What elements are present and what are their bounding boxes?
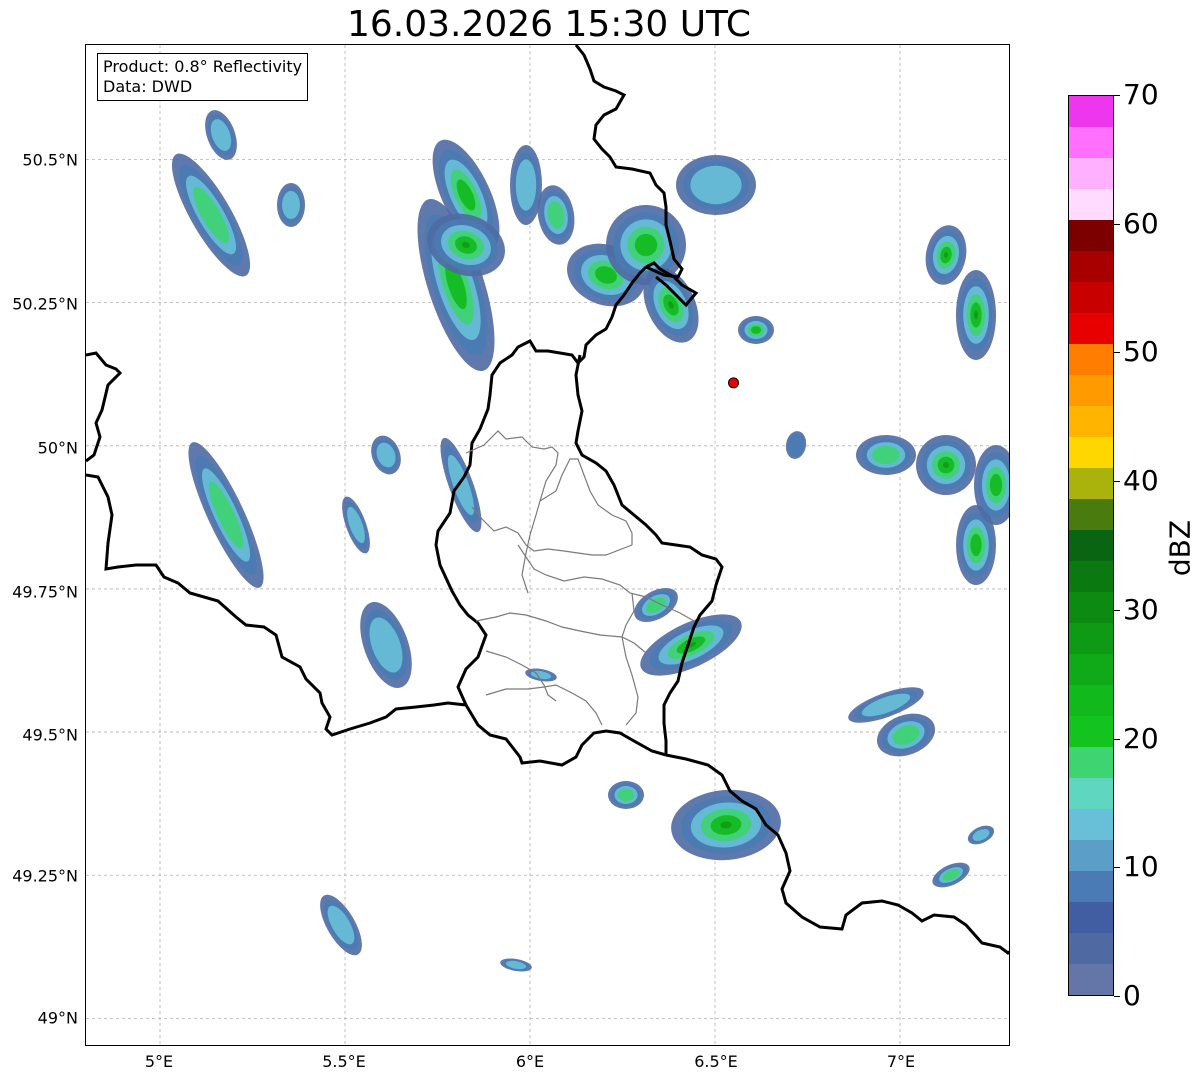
border-lu-fr-south bbox=[464, 704, 667, 767]
colorbar-segment bbox=[1069, 313, 1113, 344]
radar-map[interactable] bbox=[85, 44, 1010, 1046]
colorbar-tick-mark bbox=[1114, 867, 1120, 869]
radar-echo bbox=[282, 190, 300, 220]
colorbar-segment bbox=[1069, 840, 1113, 871]
colorbar-tick-label: 20 bbox=[1123, 721, 1159, 755]
border-be-lu-fr bbox=[86, 351, 123, 463]
colorbar-tick-label: 70 bbox=[1123, 78, 1159, 111]
colorbar-segment bbox=[1069, 809, 1113, 840]
colorbar-tick-label: 50 bbox=[1123, 335, 1159, 369]
lat-label: 49°N bbox=[37, 1008, 78, 1028]
colorbar-segment bbox=[1069, 468, 1113, 499]
lat-label: 50°N bbox=[37, 438, 78, 458]
colorbar-tick-mark bbox=[1114, 609, 1120, 611]
colorbar-tick-label: 0 bbox=[1123, 979, 1141, 1012]
colorbar-segment bbox=[1069, 716, 1113, 747]
lat-label: 49.25°N bbox=[12, 866, 78, 886]
radar-echo bbox=[974, 310, 978, 320]
colorbar-segment bbox=[1069, 375, 1113, 406]
colorbar-segment bbox=[1069, 158, 1113, 189]
radar-echo bbox=[515, 159, 537, 211]
dbz-colorbar bbox=[1068, 95, 1114, 996]
lat-label: 50.5°N bbox=[22, 150, 78, 170]
colorbar-tick-mark bbox=[1114, 95, 1120, 96]
colorbar-segment bbox=[1069, 530, 1113, 561]
colorbar-segment bbox=[1069, 96, 1113, 127]
radar-echo bbox=[970, 533, 982, 557]
radar-echo bbox=[750, 326, 762, 334]
colorbar-segment bbox=[1069, 902, 1113, 933]
colorbar-tick-mark bbox=[1114, 481, 1120, 483]
lon-label: 7°E bbox=[886, 1052, 916, 1071]
lat-label: 50.25°N bbox=[12, 294, 78, 314]
colorbar-tick-mark bbox=[1114, 738, 1120, 740]
colorbar-segment bbox=[1069, 282, 1113, 313]
colorbar-segment bbox=[1069, 871, 1113, 902]
map-canvas bbox=[86, 45, 1009, 1045]
radar-site-marker bbox=[728, 377, 739, 389]
colorbar-segment bbox=[1069, 344, 1113, 375]
colorbar-tick-label: 30 bbox=[1123, 592, 1159, 626]
colorbar-segment bbox=[1069, 964, 1113, 995]
colorbar-segment bbox=[1069, 220, 1113, 251]
colorbar-segment bbox=[1069, 654, 1113, 685]
colorbar-segment bbox=[1069, 623, 1113, 654]
colorbar-segment bbox=[1069, 561, 1113, 592]
radar-echo bbox=[690, 165, 742, 205]
radar-echoes bbox=[171, 110, 1009, 972]
colorbar-tick-mark bbox=[1114, 223, 1120, 225]
colorbar-tick-label: 60 bbox=[1123, 206, 1159, 240]
lat-label: 49.75°N bbox=[12, 582, 78, 602]
colorbar-segment bbox=[1069, 189, 1113, 220]
map-title: 16.03.2026 15:30 UTC bbox=[346, 4, 752, 45]
colorbar-segment bbox=[1069, 778, 1113, 809]
colorbar-segment bbox=[1069, 499, 1113, 530]
lat-label: 49.5°N bbox=[22, 725, 78, 745]
colorbar-segment bbox=[1069, 933, 1113, 964]
lon-label: 5.5°E bbox=[322, 1052, 366, 1071]
lon-label: 6.5°E bbox=[694, 1052, 738, 1071]
lon-label: 5°E bbox=[144, 1052, 174, 1071]
lon-label: 6°E bbox=[515, 1052, 545, 1071]
colorbar-segment bbox=[1069, 685, 1113, 716]
colorbar-segment bbox=[1069, 406, 1113, 437]
colorbar-segment bbox=[1069, 747, 1113, 778]
lu-district-lines bbox=[465, 430, 695, 726]
radar-echo bbox=[989, 473, 1003, 497]
colorbar-segment bbox=[1069, 437, 1113, 468]
colorbar-tick-mark bbox=[1114, 996, 1120, 997]
colorbar-tick-mark bbox=[1114, 352, 1120, 354]
data-source-text: Data: DWD bbox=[103, 77, 193, 96]
colorbar-tick-label: 40 bbox=[1123, 464, 1159, 498]
radar-echo bbox=[872, 445, 900, 465]
colorbar-segment bbox=[1069, 251, 1113, 282]
colorbar-segment bbox=[1069, 592, 1113, 623]
colorbar-tick-label: 10 bbox=[1123, 850, 1159, 884]
info-box: Product: 0.8° Reflectivity Data: DWD bbox=[97, 53, 309, 101]
radar-echo bbox=[617, 788, 635, 802]
border-be-fr bbox=[86, 473, 467, 737]
colorbar-label: dBZ bbox=[1163, 519, 1197, 577]
product-text: Product: 0.8° Reflectivity bbox=[103, 57, 303, 76]
colorbar-segment bbox=[1069, 127, 1113, 158]
